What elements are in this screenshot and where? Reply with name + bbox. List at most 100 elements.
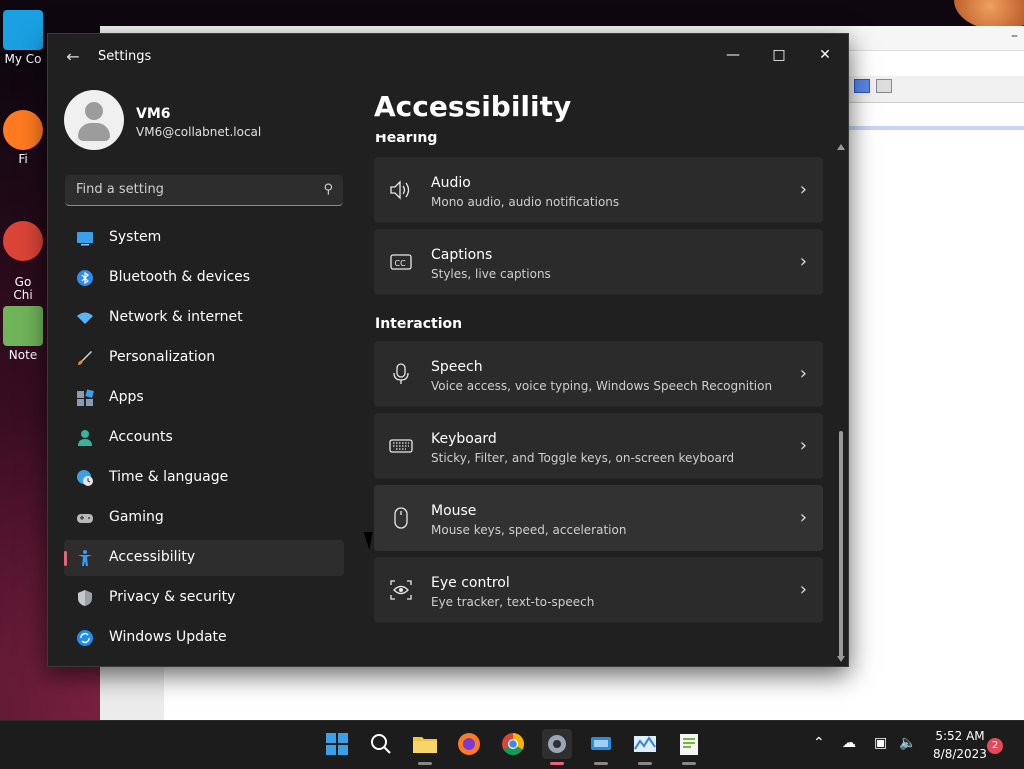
sidebar-item-network[interactable]: Network & internet (64, 300, 344, 336)
card-title: Mouse (431, 503, 477, 519)
sidebar-item-label: Accessibility (109, 549, 196, 565)
notepad-plus-icon (3, 306, 43, 346)
bluetooth-icon (77, 270, 93, 286)
settings-icon (548, 735, 566, 753)
background-minimize-icon[interactable]: – (1011, 28, 1018, 44)
sidebar-item-label: Bluetooth & devices (109, 269, 251, 285)
minimize-button[interactable]: — (710, 40, 756, 70)
running-indicator (682, 762, 696, 765)
sidebar-item-label: Apps (109, 389, 144, 405)
keyboard-card[interactable]: Keyboard Sticky, Filter, and Toggle keys… (374, 413, 823, 479)
volume-icon[interactable]: 🔈 (899, 735, 916, 751)
search-placeholder: Find a setting (76, 182, 164, 197)
sidebar-item-system[interactable]: System (64, 220, 344, 256)
active-indicator (550, 762, 564, 765)
mouse-card[interactable]: Mouse Mouse keys, speed, acceleration › (374, 485, 823, 551)
card-subtitle: Voice access, voice typing, Windows Spee… (431, 379, 773, 393)
settings-titlebar[interactable]: ← Settings — □ ✕ (48, 34, 848, 82)
chevron-right-icon: › (799, 179, 807, 200)
sidebar-item-apps[interactable]: Apps (64, 380, 344, 416)
sidebar-item-label: Network & internet (109, 309, 243, 325)
sidebar-item-accounts[interactable]: Accounts (64, 420, 344, 456)
scroll-down-icon[interactable] (837, 656, 845, 662)
window-list-icon[interactable] (876, 79, 892, 93)
captions-icon: CC (390, 254, 412, 270)
card-subtitle: Mono audio, audio notifications (431, 195, 620, 209)
search-icon[interactable]: ⚲ (323, 182, 333, 197)
sidebar-item-personalization[interactable]: Personalization (64, 340, 344, 376)
clock-time[interactable]: 5:52 AM (930, 729, 990, 743)
sidebar-item-accessibility[interactable]: Accessibility (64, 540, 344, 576)
taskbar: ⌃ ☁ ▣ 🔈 5:52 AM 8/8/2023 2 (0, 720, 1024, 769)
search-input[interactable]: Find a setting ⚲ (65, 175, 343, 206)
avatar-body (78, 123, 110, 141)
chevron-right-icon: › (799, 507, 807, 528)
taskbar-notepad-plus[interactable] (674, 729, 704, 765)
taskbar-search-button[interactable] (366, 729, 396, 759)
section-header-interaction: Interaction (375, 316, 463, 332)
captions-card[interactable]: CC Captions Styles, live captions › (374, 229, 823, 295)
mouse-icon (394, 507, 408, 529)
remote-desktop-icon (591, 737, 611, 750)
scroll-up-icon[interactable] (837, 144, 845, 150)
sidebar-item-bluetooth[interactable]: Bluetooth & devices (64, 260, 344, 296)
fast-forward-icon[interactable] (854, 79, 870, 93)
person-icon (78, 430, 92, 446)
brush-icon (78, 351, 92, 365)
clock-date[interactable]: 8/8/2023 (930, 747, 990, 761)
globe-clock-icon (77, 470, 93, 486)
apps-icon (77, 389, 94, 406)
sidebar-nav: System Bluetooth & devices Network & int… (64, 220, 344, 660)
audio-card[interactable]: Audio Mono audio, audio notifications › (374, 157, 823, 223)
my-computer-icon (3, 10, 43, 50)
eye-control-icon (390, 580, 412, 600)
taskbar-file-explorer[interactable] (410, 729, 440, 765)
running-indicator (594, 762, 608, 765)
notification-badge[interactable]: 2 (987, 738, 1003, 754)
card-subtitle: Eye tracker, text-to-speech (431, 595, 595, 609)
taskbar-chrome[interactable] (498, 729, 528, 759)
taskbar-firefox[interactable] (454, 729, 484, 759)
avatar[interactable] (64, 90, 124, 150)
taskbar-performance-monitor[interactable] (630, 729, 660, 765)
keyboard-icon (389, 439, 413, 453)
eye-control-card[interactable]: Eye control Eye tracker, text-to-speech … (374, 557, 823, 623)
desktop-icon-firefox[interactable]: Fi (0, 110, 46, 166)
desktop-icon-label: Go Chi (13, 275, 33, 302)
taskbar-settings[interactable] (542, 729, 572, 765)
back-arrow-icon[interactable]: ← (62, 46, 84, 68)
content-scroll-area[interactable]: Hearing Audio Mono audio, audio notifica… (374, 134, 824, 660)
desktop-icon-notepad[interactable]: Note (0, 306, 46, 362)
onedrive-icon[interactable]: ☁ (842, 735, 856, 751)
card-title: Captions (431, 247, 493, 263)
desktop-icon-chrome[interactable]: Go Chi (0, 208, 46, 302)
card-subtitle: Mouse keys, speed, acceleration (431, 523, 627, 537)
sidebar-item-windows-update[interactable]: Windows Update (64, 620, 344, 656)
user-email: VM6@collabnet.local (136, 125, 262, 139)
wifi-icon (77, 312, 93, 324)
start-button[interactable] (322, 729, 352, 759)
notepad-plus-icon (680, 734, 698, 755)
sidebar-item-gaming[interactable]: Gaming (64, 500, 344, 536)
close-button[interactable]: ✕ (802, 40, 848, 70)
desktop-icon-label: My Co (4, 52, 42, 66)
desktop-icon-my-computer[interactable]: My Co (0, 10, 46, 66)
running-indicator (638, 762, 652, 765)
chrome-icon (502, 733, 524, 755)
network-icon[interactable]: ▣ (874, 735, 887, 751)
settings-window: ← Settings — □ ✕ VM6 VM6@collabnet.local… (47, 33, 849, 667)
content-scrollbar[interactable] (837, 144, 845, 662)
sidebar-item-time-language[interactable]: Time & language (64, 460, 344, 496)
chevron-up-icon[interactable]: ⌃ (813, 735, 825, 751)
desktop-icon-label: Note (8, 348, 38, 362)
speech-card[interactable]: Speech Voice access, voice typing, Windo… (374, 341, 823, 407)
taskbar-remote-desktop[interactable] (586, 729, 616, 765)
sidebar-item-label: Privacy & security (109, 589, 236, 605)
card-subtitle: Sticky, Filter, and Toggle keys, on-scre… (431, 451, 735, 465)
scroll-thumb[interactable] (839, 431, 843, 659)
sidebar-item-privacy-security[interactable]: Privacy & security (64, 580, 344, 616)
accessibility-icon (78, 550, 92, 566)
maximize-button[interactable]: □ (756, 40, 802, 70)
file-explorer-icon (413, 737, 437, 753)
section-header-hearing: Hearing (375, 134, 438, 146)
